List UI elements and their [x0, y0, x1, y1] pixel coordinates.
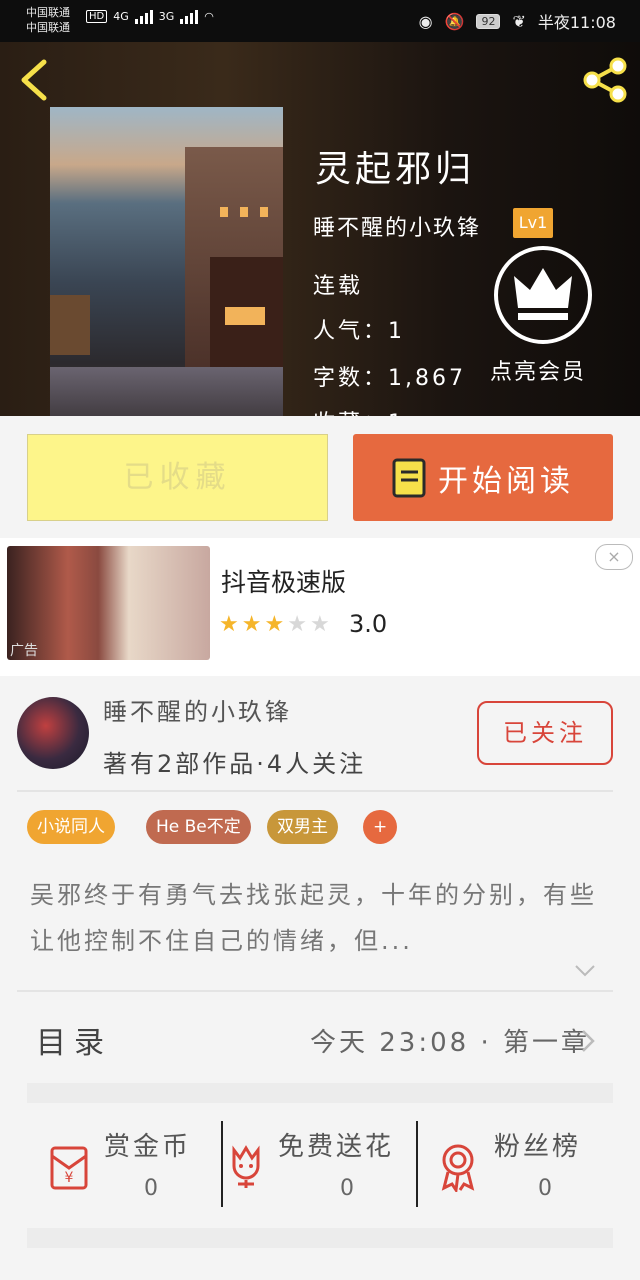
- clock: 半夜11:08: [537, 13, 616, 32]
- star-icon: ★: [219, 612, 242, 637]
- book-cover[interactable]: [50, 107, 283, 416]
- stat-label: 免费送花: [278, 1132, 395, 1162]
- eye-icon: ◉: [418, 11, 433, 31]
- net-2: 3G: [158, 9, 175, 23]
- book-author[interactable]: 睡不醒的小玖锋: [313, 210, 481, 242]
- follow-button[interactable]: 已关注: [477, 701, 613, 765]
- stat-divider: [221, 1121, 223, 1207]
- network-indicators: HD 4G 3G ◠: [86, 8, 214, 24]
- ad-close-button[interactable]: ×: [595, 544, 633, 570]
- fan-ranking-stat[interactable]: 粉丝榜 0: [420, 1120, 620, 1212]
- favorited-button[interactable]: 已收藏: [27, 434, 328, 521]
- star-icon: ★: [309, 612, 333, 637]
- wifi-icon: ◠: [204, 9, 214, 23]
- signal-icon: [134, 8, 153, 24]
- divider: [17, 790, 613, 792]
- star-icon: ★: [287, 612, 310, 637]
- net-1: 4G: [113, 9, 129, 23]
- vip-button[interactable]: [494, 246, 592, 344]
- level-badge: Lv1: [513, 208, 553, 238]
- stat-value: 0: [340, 1176, 354, 1201]
- book-status: 连载: [313, 274, 364, 299]
- star-icon: ★: [264, 612, 288, 637]
- carrier-info: 中国联通 中国联通: [26, 5, 70, 35]
- toc-latest-chapter[interactable]: 今天 23:08 · 第一章: [310, 1022, 590, 1059]
- start-reading-label: 开始阅读: [438, 463, 574, 499]
- ad-rating-value: 3.0: [349, 610, 388, 638]
- author-stats: 著有2部作品·4人关注: [103, 750, 367, 778]
- status-right: ◉ 🔕 92 ❦ 半夜11:08: [419, 9, 616, 33]
- add-tag-button[interactable]: +: [363, 810, 398, 844]
- medal-icon: [441, 1144, 475, 1192]
- ad-star-rating: ★★★★★: [219, 612, 333, 637]
- star-icon: ★: [241, 612, 265, 637]
- start-reading-button[interactable]: 开始阅读: [353, 434, 613, 521]
- red-envelope-icon: ¥: [50, 1146, 88, 1190]
- cover-window: [240, 207, 248, 217]
- signal-icon-2: [180, 8, 199, 24]
- reward-coins-stat[interactable]: ¥ 赏金币 0: [40, 1120, 220, 1212]
- mute-bell-icon: 🔕: [444, 11, 465, 31]
- divider: [17, 990, 613, 992]
- stat-divider: [416, 1121, 418, 1207]
- carrier-2: 中国联通: [26, 21, 70, 34]
- cover-window: [220, 207, 228, 217]
- book-word-count: 字数：1,867: [313, 366, 466, 391]
- book-collections: 收藏：1: [313, 405, 405, 416]
- stat-label: 赏金币: [104, 1132, 192, 1162]
- toc-label[interactable]: 目录: [36, 1018, 112, 1062]
- hd-badge: HD: [86, 9, 108, 23]
- flower-icon: [232, 1145, 260, 1188]
- chevron-down-icon[interactable]: [574, 964, 596, 978]
- carrier-1: 中国联通: [26, 6, 70, 19]
- stat-label: 粉丝榜: [494, 1132, 582, 1162]
- tag-item[interactable]: 小说同人: [27, 810, 115, 844]
- cover-window: [260, 207, 268, 217]
- section-gap: [27, 1083, 613, 1103]
- leaf-icon: ❦: [512, 11, 526, 31]
- share-icon[interactable]: [580, 56, 630, 104]
- tag-item[interactable]: 双男主: [267, 810, 338, 844]
- book-header: 灵起邪归 睡不醒的小玖锋 Lv1 连载 人气：1 字数：1,867 收藏：1 点…: [0, 42, 640, 416]
- tag-item[interactable]: He Be不定: [146, 810, 251, 844]
- crown-icon: [514, 268, 572, 320]
- ad-title[interactable]: 抖音极速版: [221, 563, 346, 599]
- vip-label[interactable]: 点亮会员: [490, 354, 586, 386]
- book-popularity: 人气：1: [313, 319, 405, 344]
- author-name[interactable]: 睡不醒的小玖锋: [103, 692, 292, 727]
- free-flower-stat[interactable]: 免费送花 0: [224, 1120, 416, 1212]
- cover-window: [225, 307, 265, 325]
- book-summary[interactable]: 吴邪终于有勇气去找张起灵，十年的分别，有些让他控制不住自己的情绪，但...: [30, 872, 610, 964]
- cover-tram: [50, 295, 90, 355]
- stat-value: 0: [538, 1176, 552, 1201]
- back-arrow-icon[interactable]: [16, 58, 52, 102]
- svg-text:¥: ¥: [65, 1170, 74, 1186]
- section-gap: [27, 1228, 613, 1248]
- book-title: 灵起邪归: [315, 149, 476, 190]
- ad-tag: 广告: [10, 643, 38, 659]
- chevron-right-icon[interactable]: [580, 1028, 596, 1054]
- book-icon: [392, 458, 426, 497]
- cover-road: [50, 367, 283, 416]
- author-avatar[interactable]: [17, 697, 89, 769]
- stat-value: 0: [144, 1176, 158, 1201]
- battery-icon: 92: [476, 13, 501, 29]
- status-bar: 中国联通 中国联通 HD 4G 3G ◠ ◉ 🔕 92 ❦ 半夜11:08: [0, 0, 640, 42]
